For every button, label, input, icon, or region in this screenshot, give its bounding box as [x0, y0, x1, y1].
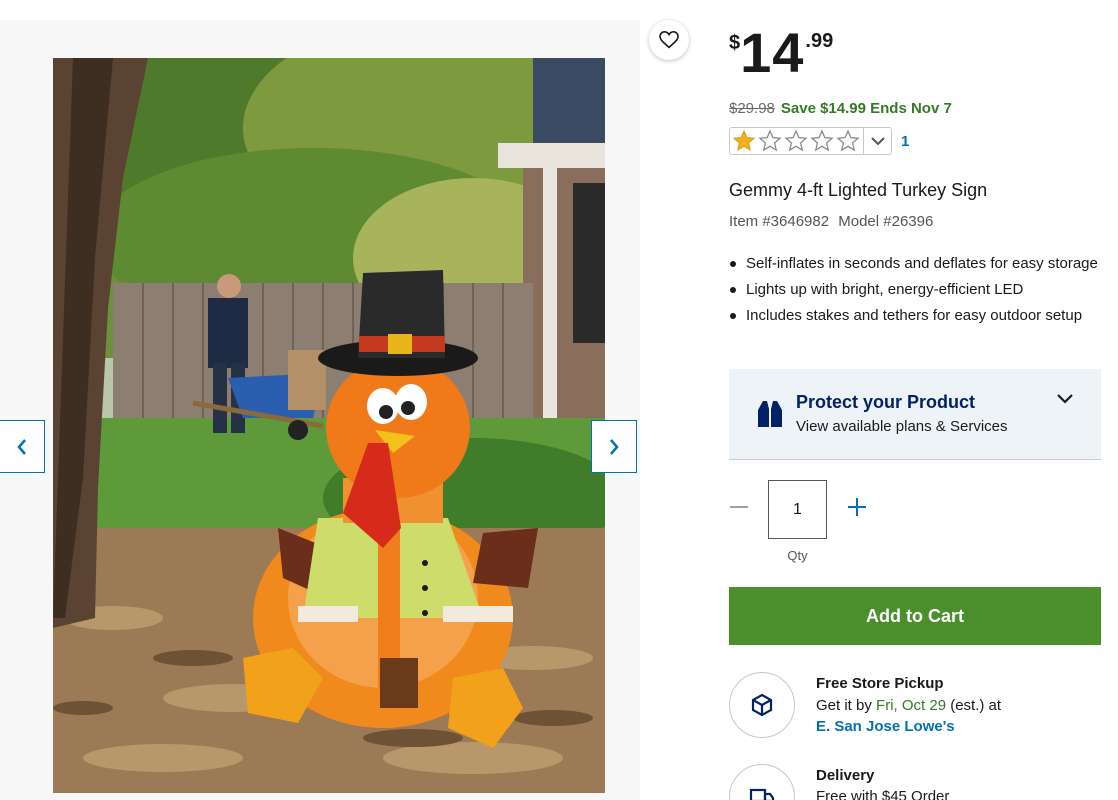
rating-stars-dropdown[interactable]: [729, 127, 892, 155]
item-number: Item #3646982: [729, 213, 830, 230]
feature-bullet: Self-inflates in seconds and deflates fo…: [729, 253, 1101, 274]
model-number: Model #26396: [838, 213, 934, 230]
chevron-right-icon: [610, 438, 619, 455]
quantity-increase-button[interactable]: [846, 496, 868, 518]
protection-subtitle: View available plans & Services: [796, 418, 1008, 435]
product-title: Gemmy 4-ft Lighted Turkey Sign: [729, 180, 988, 200]
price-currency: $: [729, 32, 741, 54]
star-empty-icon: [784, 129, 808, 152]
package-icon: [751, 693, 773, 717]
vest-icon: [758, 401, 782, 427]
favorite-button[interactable]: [649, 20, 689, 60]
pickup-eta-prefix: Get it by: [816, 697, 877, 714]
pickup-eta-suffix: (est.) at: [946, 697, 1002, 714]
quantity-label: Qty: [787, 548, 808, 563]
minus-icon: [730, 506, 748, 508]
protection-plan-panel[interactable]: Protect your Product View available plan…: [729, 369, 1101, 460]
delivery-text: Free with $45 Order: [816, 788, 950, 800]
star-empty-icon: [836, 129, 860, 152]
pickup-title: Free Store Pickup: [816, 675, 944, 692]
item-identifiers: Item #3646982 Model #26396: [729, 213, 933, 230]
savings-line: $29.98 Save $14.99 Ends Nov 7: [729, 100, 952, 117]
star-empty-icon: [810, 129, 834, 152]
chevron-left-icon: [17, 438, 26, 455]
add-to-cart-button[interactable]: Add to Cart: [729, 587, 1101, 645]
truck-icon: [749, 788, 775, 800]
feature-bullet: Lights up with bright, energy-efficient …: [729, 279, 1101, 300]
heart-icon: [659, 31, 679, 49]
rating-count-link[interactable]: 1: [901, 133, 909, 150]
price-cents: .99: [805, 30, 834, 52]
rating-expand[interactable]: [863, 128, 891, 154]
product-image[interactable]: [53, 58, 605, 793]
turkey-inflatable-photo: [53, 58, 605, 793]
chevron-down-icon: [870, 136, 885, 145]
pickup-date: Fri, Oct 29: [876, 697, 947, 714]
save-text: Save $14.99 Ends Nov 7: [780, 100, 952, 117]
feature-bullet: Includes stakes and tethers for easy out…: [729, 305, 1101, 326]
rating: 1: [729, 127, 909, 155]
delivery-title: Delivery: [816, 767, 875, 784]
plus-icon: [848, 498, 866, 516]
star-empty-icon: [758, 129, 782, 152]
feature-list: Self-inflates in seconds and deflates fo…: [729, 253, 1101, 331]
pickup-eta: Get it by Fri, Oct 29 (est.) at: [816, 697, 1001, 714]
was-price: $29.98: [729, 100, 775, 117]
chevron-down-icon: [1057, 394, 1073, 404]
pickup-option[interactable]: [729, 672, 795, 738]
store-link[interactable]: E. San Jose Lowe's: [816, 718, 955, 735]
quantity-decrease-button[interactable]: [729, 496, 749, 518]
price-dollars: 14: [740, 21, 805, 84]
quantity-input[interactable]: [768, 480, 827, 539]
protection-title: Protect your Product: [796, 392, 976, 412]
next-image-button[interactable]: [591, 420, 637, 473]
star-filled-icon: [732, 129, 756, 152]
previous-image-button[interactable]: [0, 420, 45, 473]
product-gallery: [0, 20, 640, 800]
price: $ 14 .99: [729, 21, 834, 84]
delivery-option[interactable]: [729, 764, 795, 800]
